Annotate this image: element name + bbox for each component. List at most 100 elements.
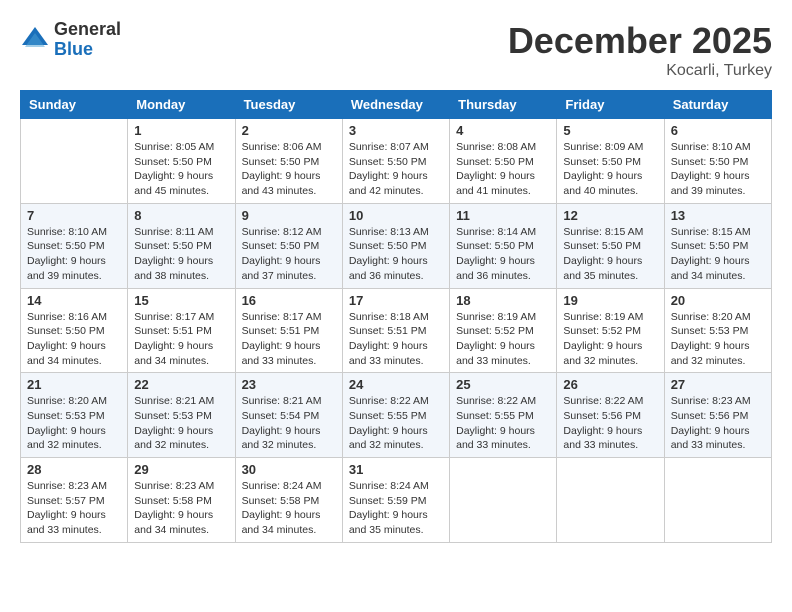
weekday-header-saturday: Saturday: [664, 91, 771, 119]
day-number: 19: [563, 293, 657, 308]
weekday-header-row: SundayMondayTuesdayWednesdayThursdayFrid…: [21, 91, 772, 119]
day-info: Sunrise: 8:22 AMSunset: 5:55 PMDaylight:…: [456, 394, 550, 453]
calendar-cell: 31 Sunrise: 8:24 AMSunset: 5:59 PMDayligh…: [342, 458, 449, 543]
day-info: Sunrise: 8:22 AMSunset: 5:56 PMDaylight:…: [563, 394, 657, 453]
day-number: 12: [563, 208, 657, 223]
logo-text: General Blue: [54, 20, 121, 60]
day-number: 8: [134, 208, 228, 223]
day-info: Sunrise: 8:22 AMSunset: 5:55 PMDaylight:…: [349, 394, 443, 453]
day-number: 16: [242, 293, 336, 308]
day-number: 7: [27, 208, 121, 223]
logo-general: General: [54, 20, 121, 40]
day-number: 13: [671, 208, 765, 223]
calendar-cell: 30 Sunrise: 8:24 AMSunset: 5:58 PMDayligh…: [235, 458, 342, 543]
week-row-1: 1 Sunrise: 8:05 AMSunset: 5:50 PMDaylight…: [21, 119, 772, 204]
location: Kocarli, Turkey: [508, 62, 772, 80]
day-info: Sunrise: 8:19 AMSunset: 5:52 PMDaylight:…: [563, 310, 657, 369]
calendar-cell: 20Sunrise: 8:20 AMSunset: 5:53 PMDayligh…: [664, 288, 771, 373]
day-info: Sunrise: 8:12 AMSunset: 5:50 PMDaylight:…: [242, 225, 336, 284]
calendar-cell: 15Sunrise: 8:17 AMSunset: 5:51 PMDayligh…: [128, 288, 235, 373]
day-info: Sunrise: 8:24 AMSunset: 5:59 PMDaylight:…: [349, 479, 443, 538]
day-info: Sunrise: 8:17 AMSunset: 5:51 PMDaylight:…: [242, 310, 336, 369]
day-info: Sunrise: 8:09 AMSunset: 5:50 PMDaylight:…: [563, 140, 657, 199]
calendar-cell: [557, 458, 664, 543]
month-title: December 2025: [508, 20, 772, 62]
day-info: Sunrise: 8:11 AMSunset: 5:50 PMDaylight:…: [134, 225, 228, 284]
calendar-cell: 9 Sunrise: 8:12 AMSunset: 5:50 PMDaylight…: [235, 203, 342, 288]
weekday-header-friday: Friday: [557, 91, 664, 119]
weekday-header-thursday: Thursday: [450, 91, 557, 119]
day-info: Sunrise: 8:18 AMSunset: 5:51 PMDaylight:…: [349, 310, 443, 369]
calendar-cell: 25 Sunrise: 8:22 AMSunset: 5:55 PMDayligh…: [450, 373, 557, 458]
day-number: 30: [242, 462, 336, 477]
logo-blue: Blue: [54, 40, 121, 60]
day-info: Sunrise: 8:15 AMSunset: 5:50 PMDaylight:…: [671, 225, 765, 284]
calendar-cell: 21Sunrise: 8:20 AMSunset: 5:53 PMDayligh…: [21, 373, 128, 458]
calendar-cell: 4 Sunrise: 8:08 AMSunset: 5:50 PMDaylight…: [450, 119, 557, 204]
day-number: 21: [27, 377, 121, 392]
calendar-cell: 11 Sunrise: 8:14 AMSunset: 5:50 PMDayligh…: [450, 203, 557, 288]
week-row-3: 14Sunrise: 8:16 AMSunset: 5:50 PMDayligh…: [21, 288, 772, 373]
calendar-cell: [21, 119, 128, 204]
calendar-cell: 22Sunrise: 8:21 AMSunset: 5:53 PMDayligh…: [128, 373, 235, 458]
calendar-cell: 1 Sunrise: 8:05 AMSunset: 5:50 PMDaylight…: [128, 119, 235, 204]
weekday-header-wednesday: Wednesday: [342, 91, 449, 119]
day-info: Sunrise: 8:07 AMSunset: 5:50 PMDaylight:…: [349, 140, 443, 199]
day-number: 15: [134, 293, 228, 308]
day-info: Sunrise: 8:06 AMSunset: 5:50 PMDaylight:…: [242, 140, 336, 199]
logo: General Blue: [20, 20, 121, 60]
calendar-cell: 19 Sunrise: 8:19 AMSunset: 5:52 PMDayligh…: [557, 288, 664, 373]
day-number: 6: [671, 123, 765, 138]
day-info: Sunrise: 8:13 AMSunset: 5:50 PMDaylight:…: [349, 225, 443, 284]
day-number: 2: [242, 123, 336, 138]
weekday-header-sunday: Sunday: [21, 91, 128, 119]
calendar-cell: 7Sunrise: 8:10 AMSunset: 5:50 PMDaylight…: [21, 203, 128, 288]
calendar-cell: 14Sunrise: 8:16 AMSunset: 5:50 PMDayligh…: [21, 288, 128, 373]
week-row-5: 28Sunrise: 8:23 AMSunset: 5:57 PMDayligh…: [21, 458, 772, 543]
day-number: 11: [456, 208, 550, 223]
day-number: 17: [349, 293, 443, 308]
weekday-header-monday: Monday: [128, 91, 235, 119]
week-row-2: 7Sunrise: 8:10 AMSunset: 5:50 PMDaylight…: [21, 203, 772, 288]
day-number: 18: [456, 293, 550, 308]
day-info: Sunrise: 8:20 AMSunset: 5:53 PMDaylight:…: [671, 310, 765, 369]
day-info: Sunrise: 8:24 AMSunset: 5:58 PMDaylight:…: [242, 479, 336, 538]
calendar-table: SundayMondayTuesdayWednesdayThursdayFrid…: [20, 90, 772, 543]
day-number: 10: [349, 208, 443, 223]
day-number: 31: [349, 462, 443, 477]
calendar-cell: 8 Sunrise: 8:11 AMSunset: 5:50 PMDaylight…: [128, 203, 235, 288]
day-info: Sunrise: 8:08 AMSunset: 5:50 PMDaylight:…: [456, 140, 550, 199]
day-number: 5: [563, 123, 657, 138]
day-number: 3: [349, 123, 443, 138]
calendar-cell: 26Sunrise: 8:22 AMSunset: 5:56 PMDayligh…: [557, 373, 664, 458]
day-info: Sunrise: 8:21 AMSunset: 5:54 PMDaylight:…: [242, 394, 336, 453]
day-number: 9: [242, 208, 336, 223]
day-info: Sunrise: 8:10 AMSunset: 5:50 PMDaylight:…: [671, 140, 765, 199]
week-row-4: 21Sunrise: 8:20 AMSunset: 5:53 PMDayligh…: [21, 373, 772, 458]
calendar-cell: 24Sunrise: 8:22 AMSunset: 5:55 PMDayligh…: [342, 373, 449, 458]
day-number: 25: [456, 377, 550, 392]
day-number: 1: [134, 123, 228, 138]
weekday-header-tuesday: Tuesday: [235, 91, 342, 119]
logo-icon: [20, 25, 50, 55]
day-info: Sunrise: 8:19 AMSunset: 5:52 PMDaylight:…: [456, 310, 550, 369]
day-number: 29: [134, 462, 228, 477]
day-info: Sunrise: 8:21 AMSunset: 5:53 PMDaylight:…: [134, 394, 228, 453]
day-info: Sunrise: 8:05 AMSunset: 5:50 PMDaylight:…: [134, 140, 228, 199]
calendar-cell: 29 Sunrise: 8:23 AMSunset: 5:58 PMDayligh…: [128, 458, 235, 543]
calendar-cell: 23 Sunrise: 8:21 AMSunset: 5:54 PMDayligh…: [235, 373, 342, 458]
calendar-cell: [450, 458, 557, 543]
calendar-cell: 27Sunrise: 8:23 AMSunset: 5:56 PMDayligh…: [664, 373, 771, 458]
calendar-cell: 28Sunrise: 8:23 AMSunset: 5:57 PMDayligh…: [21, 458, 128, 543]
calendar-cell: [664, 458, 771, 543]
calendar-cell: 5 Sunrise: 8:09 AMSunset: 5:50 PMDaylight…: [557, 119, 664, 204]
calendar-cell: 6 Sunrise: 8:10 AMSunset: 5:50 PMDaylight…: [664, 119, 771, 204]
calendar-cell: 17 Sunrise: 8:18 AMSunset: 5:51 PMDayligh…: [342, 288, 449, 373]
calendar-cell: 2 Sunrise: 8:06 AMSunset: 5:50 PMDaylight…: [235, 119, 342, 204]
day-info: Sunrise: 8:15 AMSunset: 5:50 PMDaylight:…: [563, 225, 657, 284]
day-number: 23: [242, 377, 336, 392]
day-number: 4: [456, 123, 550, 138]
day-info: Sunrise: 8:14 AMSunset: 5:50 PMDaylight:…: [456, 225, 550, 284]
day-info: Sunrise: 8:23 AMSunset: 5:58 PMDaylight:…: [134, 479, 228, 538]
day-info: Sunrise: 8:16 AMSunset: 5:50 PMDaylight:…: [27, 310, 121, 369]
